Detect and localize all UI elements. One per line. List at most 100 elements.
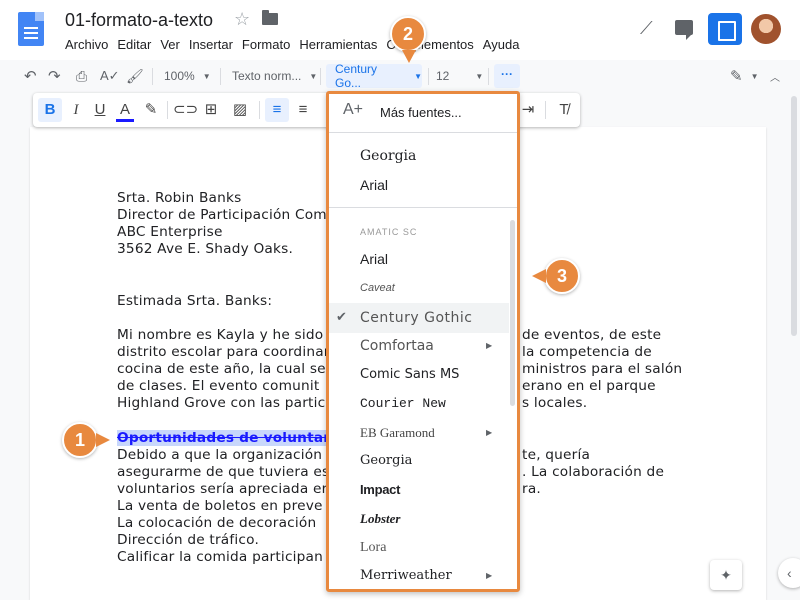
menu-ver[interactable]: Ver — [160, 37, 180, 52]
menu-insertar[interactable]: Insertar — [189, 37, 233, 52]
clear-formatting-icon[interactable]: T̸ — [553, 98, 575, 122]
menu-herramientas[interactable]: Herramientas — [299, 37, 377, 52]
toolbar-divider — [320, 68, 321, 85]
font-item-georgia[interactable]: Georgia — [329, 447, 509, 475]
font-item-courier-new[interactable]: Courier New — [329, 390, 509, 418]
edit-mode-pencil-icon[interactable]: ✎ ▼ — [730, 62, 759, 90]
main-toolbar: ↶ ↷ ⎙ A✓ 🖌 100% ▼ Texto norm... ▼ Century … — [14, 62, 786, 90]
activity-trend-icon[interactable]: ⟋ — [640, 18, 653, 39]
text-line: erano en el parque — [522, 378, 656, 394]
address-line: 3562 Ave E. Shady Oaks. — [117, 241, 294, 257]
submenu-arrow-icon: ▶ — [486, 428, 493, 437]
folder-icon[interactable] — [262, 10, 278, 25]
font-item-lobster[interactable]: Lobster — [329, 505, 509, 533]
section-heading[interactable]: Oportunidades de voluntariad — [117, 430, 355, 447]
font-item-recent-georgia[interactable]: Georgia — [329, 142, 509, 170]
font-label: Arial — [360, 251, 389, 267]
text-line: la competencia de — [522, 344, 652, 360]
toolbar-divider — [259, 101, 260, 119]
avatar[interactable] — [751, 14, 781, 44]
more-options-button[interactable]: ··· — [494, 64, 520, 88]
text-line: Dirección de tráfico. — [117, 532, 260, 548]
font-item-amatic-sc[interactable]: AMATIC SC — [329, 218, 509, 246]
text-line: asegurarme de que tuviera es — [117, 464, 330, 480]
callout-3: 3 — [532, 258, 580, 294]
submenu-arrow-icon: ▶ — [486, 571, 493, 580]
font-label: Georgia — [360, 453, 413, 468]
align-center-button[interactable]: ≡ — [292, 98, 314, 122]
font-item-eb-garamond[interactable]: EB Garamond ▶ — [329, 419, 509, 447]
text-color-button[interactable]: A — [114, 98, 136, 122]
font-item-merriweather[interactable]: Merriweather ▶ — [329, 562, 509, 589]
undo-icon[interactable]: ↶ — [24, 62, 37, 90]
font-item-comic-sans[interactable]: Comic Sans MS — [329, 361, 509, 389]
text-line: te, quería — [522, 447, 591, 463]
text-line: La colocación de decoración — [117, 515, 317, 531]
chevron-down-icon: ▼ — [202, 71, 211, 81]
address-line: Director de Participación Com — [117, 207, 327, 223]
font-item-comfortaa[interactable]: Comfortaa ▶ — [329, 332, 509, 360]
text-line: voluntarios sería apreciada er — [117, 481, 328, 497]
comment-history-icon[interactable] — [675, 20, 693, 40]
collapse-toolbar-icon[interactable]: ︿ — [770, 62, 780, 90]
menu-editar[interactable]: Editar — [117, 37, 151, 52]
print-icon[interactable]: ⎙ — [76, 62, 87, 90]
font-select[interactable]: Century Go... ▼ — [326, 62, 422, 90]
italic-button[interactable]: I — [65, 98, 87, 122]
font-size-select[interactable]: 12 ▼ — [436, 62, 483, 90]
link-icon[interactable]: ⊂⊃ — [173, 98, 198, 122]
add-font-icon: A+ — [343, 101, 364, 118]
zoom-select[interactable]: 100% ▼ — [164, 62, 211, 90]
font-label: Caveat — [360, 282, 395, 294]
document-title[interactable]: 01-formato-a-texto — [65, 10, 213, 31]
menu-ayuda[interactable]: Ayuda — [483, 37, 520, 52]
more-fonts-item[interactable]: A+ Más fuentes... — [329, 94, 517, 130]
menu-divider — [329, 132, 517, 133]
zoom-value: 100% — [164, 69, 195, 83]
explore-icon[interactable]: ✦ — [710, 560, 742, 590]
page-scrollbar[interactable] — [790, 96, 798, 600]
style-select[interactable]: Texto norm... ▼ — [232, 62, 317, 90]
chevron-down-icon: ▼ — [750, 71, 759, 81]
side-panel-toggle-icon[interactable]: ‹ — [778, 558, 800, 588]
font-item-century-gothic[interactable]: ✔ Century Gothic — [329, 303, 509, 333]
address-line: Srta. Robin Banks — [117, 190, 242, 206]
font-item-lora[interactable]: Lora — [329, 534, 509, 562]
highlight-icon[interactable]: ✎ — [140, 98, 162, 122]
chevron-down-icon: ▼ — [414, 71, 422, 81]
scrollbar-thumb[interactable] — [791, 96, 797, 336]
align-left-button[interactable]: ≡ — [265, 98, 289, 122]
text-line: . La colaboración de — [522, 464, 665, 480]
paint-format-icon[interactable]: 🖌 — [126, 62, 144, 90]
menu-formato[interactable]: Formato — [242, 37, 290, 52]
toolbar-divider — [428, 68, 429, 85]
paragraph-2-right: te, quería . La colaboración de ra. — [522, 447, 664, 498]
more-fonts-label: Más fuentes... — [380, 105, 462, 120]
text-line: Highland Grove con las partic — [117, 395, 326, 411]
font-item-caveat[interactable]: Caveat — [329, 274, 509, 302]
font-label: Lora — [360, 540, 387, 555]
redo-icon[interactable]: ↷ — [48, 62, 61, 90]
indent-icon[interactable]: ⇥ — [517, 98, 539, 122]
menu-archivo[interactable]: Archivo — [65, 37, 108, 52]
callout-1: 1 — [62, 422, 110, 458]
bold-button[interactable]: B — [38, 98, 62, 122]
docs-logo-icon[interactable] — [18, 12, 44, 46]
paragraph-1-left: Mi nombre es Kayla y he sido s distrito … — [117, 327, 335, 412]
dropdown-scrollbar[interactable] — [510, 220, 515, 406]
selected-strikethrough-text[interactable]: Oportunidades de voluntariad — [117, 430, 355, 446]
text-line: ra. — [522, 481, 541, 497]
font-item-recent-arial[interactable]: Arial — [329, 171, 509, 199]
star-icon[interactable]: ☆ — [234, 9, 250, 30]
spellcheck-icon[interactable]: A✓ — [100, 62, 120, 90]
insert-image-icon[interactable]: ▨ — [226, 98, 254, 122]
share-button[interactable] — [708, 13, 742, 45]
add-comment-icon[interactable]: ⊞ — [200, 98, 222, 122]
address-line: ABC Enterprise — [117, 224, 223, 240]
font-item-impact[interactable]: Impact — [329, 476, 509, 504]
text-line: de eventos, de este — [522, 327, 662, 343]
text-line: Calificar la comida participan — [117, 549, 324, 565]
text-line: s locales. — [522, 395, 588, 411]
font-item-arial[interactable]: Arial — [329, 245, 509, 273]
underline-button[interactable]: U — [89, 98, 111, 122]
